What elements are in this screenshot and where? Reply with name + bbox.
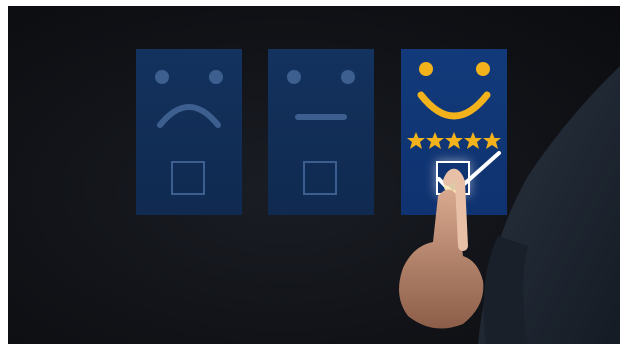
pointing-hand: [399, 66, 620, 344]
feedback-photo: [8, 6, 620, 344]
